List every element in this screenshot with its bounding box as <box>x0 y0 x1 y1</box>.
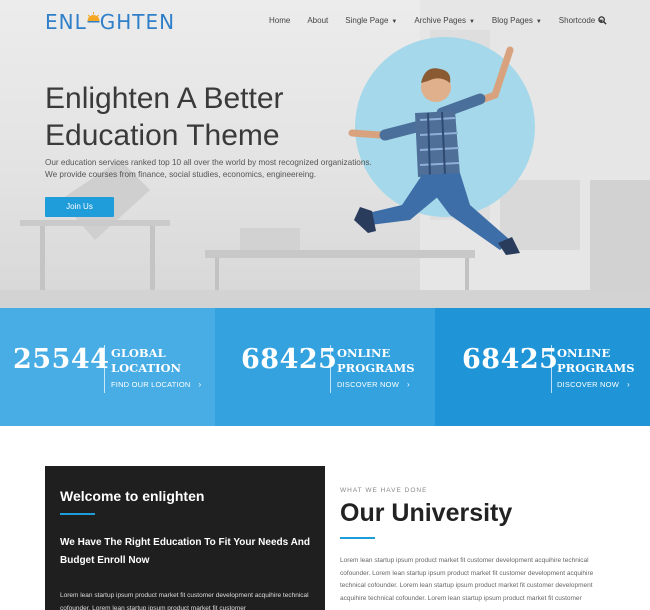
stat-divider <box>330 345 331 393</box>
hero-background-image <box>0 0 650 308</box>
hero-section: ENL GHTEN Home About Single Page ▼ Archiv… <box>0 0 650 308</box>
nav-label: About <box>307 16 329 25</box>
stat-title-line: GLOBAL <box>111 346 166 360</box>
logo-text-right: GHTEN <box>99 10 176 34</box>
logo-sun-icon <box>87 12 100 23</box>
chevron-down-icon: ▼ <box>468 19 475 25</box>
join-us-button[interactable]: Join Us <box>45 197 114 217</box>
hero-description: Our education services ranked top 10 all… <box>45 157 395 181</box>
hero-description-line: Our education services ranked top 10 all… <box>45 158 372 167</box>
accent-underline <box>340 537 375 539</box>
stat-title: ONLINE PROGRAMS <box>557 346 647 376</box>
logo-text-left: ENL <box>45 10 87 34</box>
stat-card-online-programs-2: 68425 ONLINE PROGRAMS DISCOVER NOW › <box>435 308 650 426</box>
stat-number: 68425 <box>462 344 559 375</box>
hero-title-line: Enlighten A Better <box>45 82 284 115</box>
university-title: Our University <box>340 499 513 527</box>
nav-label: Archive Pages <box>414 16 466 25</box>
discover-now-link[interactable]: DISCOVER NOW › <box>337 380 410 389</box>
stat-link-label: DISCOVER NOW <box>337 380 399 389</box>
nav-item-single-page[interactable]: Single Page ▼ <box>345 16 397 25</box>
stat-title: GLOBAL LOCATION <box>111 346 201 376</box>
hero-title-line: Education Theme <box>45 119 280 152</box>
stat-link-label: DISCOVER NOW <box>557 380 619 389</box>
nav-label: Shortcode <box>558 16 596 25</box>
welcome-panel: Welcome to enlighten We Have The Right E… <box>45 466 325 610</box>
nav-label: Blog Pages <box>491 16 533 25</box>
main-nav: Home About Single Page ▼ Archive Pages ▼ B… <box>269 16 621 25</box>
section-eyebrow: WHAT WE HAVE DONE <box>340 487 428 494</box>
nav-item-home[interactable]: Home <box>269 16 290 25</box>
stat-number: 25544 <box>13 344 110 375</box>
stat-title-line: PROGRAMS <box>337 361 415 375</box>
university-body-text: Lorem lean startup ipsum product market … <box>340 557 594 602</box>
hero-description-line: We provide courses from finance, social … <box>45 170 317 179</box>
stat-number: 68425 <box>241 344 338 375</box>
find-location-link[interactable]: FIND OUR LOCATION › <box>111 380 201 389</box>
stat-title-line: ONLINE <box>557 346 611 360</box>
stat-title-line: LOCATION <box>111 361 182 375</box>
stat-title-line: ONLINE <box>337 346 391 360</box>
nav-item-blog-pages[interactable]: Blog Pages ▼ <box>492 16 542 25</box>
stat-card-online-programs: 68425 ONLINE PROGRAMS DISCOVER NOW › <box>215 308 435 426</box>
chevron-right-icon: › <box>407 380 410 389</box>
welcome-body-text: Lorem lean startup ipsum product market … <box>60 592 309 610</box>
stat-divider <box>104 345 105 393</box>
welcome-subtitle: We Have The Right Education To Fit Your … <box>60 537 311 566</box>
stat-link-label: FIND OUR LOCATION <box>111 380 191 389</box>
stat-divider <box>551 345 552 393</box>
accent-underline <box>60 513 95 515</box>
stat-title: ONLINE PROGRAMS <box>337 346 427 376</box>
hero-title: Enlighten A Better Education Theme <box>45 80 375 154</box>
nav-label: Home <box>269 16 291 25</box>
chevron-right-icon: › <box>627 380 630 389</box>
search-icon[interactable] <box>598 16 607 25</box>
discover-now-link[interactable]: DISCOVER NOW › <box>557 380 630 389</box>
nav-label: Single Page <box>345 16 389 25</box>
chevron-down-icon: ▼ <box>535 19 542 25</box>
welcome-title: Welcome to enlighten <box>60 488 205 504</box>
site-logo[interactable]: ENL GHTEN <box>45 10 175 34</box>
chevron-down-icon: ▼ <box>391 19 398 25</box>
stat-card-global-location: 25544 GLOBAL LOCATION FIND OUR LOCATION › <box>0 308 215 426</box>
stat-title-line: PROGRAMS <box>557 361 635 375</box>
nav-item-archive-pages[interactable]: Archive Pages ▼ <box>414 16 475 25</box>
navbar: ENL GHTEN Home About Single Page ▼ Archiv… <box>0 0 650 42</box>
chevron-right-icon: › <box>198 380 202 389</box>
nav-item-about[interactable]: About <box>307 16 328 25</box>
